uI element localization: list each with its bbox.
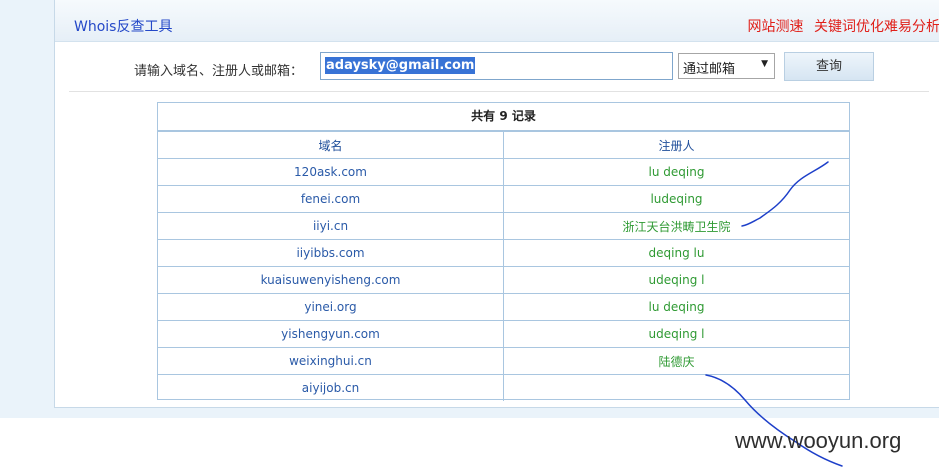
- search-input[interactable]: adaysky@gmail.com: [320, 52, 673, 80]
- domain-cell[interactable]: weixinghui.cn: [158, 347, 504, 375]
- domain-cell[interactable]: iiyibbs.com: [158, 239, 504, 267]
- table-row: 120ask.com lu deqing: [158, 158, 849, 186]
- domain-cell[interactable]: iiyi.cn: [158, 212, 504, 240]
- registrant-cell: [503, 374, 849, 401]
- registrant-cell[interactable]: lu deqing: [503, 158, 849, 186]
- domain-cell[interactable]: aiyijob.cn: [158, 374, 504, 401]
- registrant-cell[interactable]: udeqing l: [503, 266, 849, 294]
- search-label: 请输入域名、注册人或邮箱：: [134, 64, 304, 79]
- domain-cell[interactable]: yishengyun.com: [158, 320, 504, 348]
- speed-test-link[interactable]: 网站测速: [748, 19, 804, 35]
- results-grid: 域名 注册人 120ask.com lu deqing fenei.com lu…: [158, 131, 849, 401]
- registrant-cell[interactable]: lu deqing: [503, 293, 849, 321]
- divider: [69, 91, 929, 92]
- domain-cell[interactable]: kuaisuwenyisheng.com: [158, 266, 504, 294]
- table-row: yishengyun.com udeqing l: [158, 320, 849, 348]
- page-title: Whois反查工具: [74, 19, 173, 35]
- table-row: fenei.com ludeqing: [158, 185, 849, 213]
- search-input-value: adaysky@gmail.com: [325, 57, 476, 74]
- header-links: 网站测速 关键词优化难易分析: [742, 16, 939, 36]
- results-table: 共有 9 记录 域名 注册人 120ask.com lu deqing fene…: [157, 102, 850, 401]
- watermark: www.wooyun.org: [735, 428, 902, 453]
- query-button[interactable]: 查询: [784, 52, 874, 81]
- table-row: iiyibbs.com deqing lu: [158, 239, 849, 267]
- chevron-down-icon: ▼: [761, 59, 768, 69]
- domain-cell[interactable]: 120ask.com: [158, 158, 504, 186]
- search-mode-select[interactable]: 通过邮箱 ▼: [678, 53, 775, 79]
- registrant-cell[interactable]: 浙江天台洪畴卫生院: [503, 212, 849, 240]
- keyword-analysis-link[interactable]: 关键词优化难易分析: [814, 19, 939, 35]
- whois-panel: Whois反查工具 网站测速 关键词优化难易分析 请输入域名、注册人或邮箱： a…: [54, 0, 939, 408]
- table-header-row: 域名 注册人: [158, 131, 849, 159]
- table-row: yinei.org lu deqing: [158, 293, 849, 321]
- registrant-cell[interactable]: udeqing l: [503, 320, 849, 348]
- domain-cell[interactable]: fenei.com: [158, 185, 504, 213]
- column-header-registrant: 注册人: [503, 131, 849, 159]
- results-caption: 共有 9 记录: [158, 103, 849, 131]
- search-mode-value: 通过邮箱: [683, 62, 736, 77]
- registrant-cell[interactable]: deqing lu: [503, 239, 849, 267]
- registrant-cell[interactable]: 陆德庆: [503, 347, 849, 375]
- search-row: 请输入域名、注册人或邮箱： adaysky@gmail.com 通过邮箱 ▼ 查…: [55, 52, 939, 82]
- column-header-domain: 域名: [158, 131, 504, 159]
- domain-cell[interactable]: yinei.org: [158, 293, 504, 321]
- table-row: weixinghui.cn 陆德庆: [158, 347, 849, 375]
- table-row: kuaisuwenyisheng.com udeqing l: [158, 266, 849, 294]
- registrant-cell[interactable]: ludeqing: [503, 185, 849, 213]
- table-row: iiyi.cn 浙江天台洪畴卫生院: [158, 212, 849, 240]
- table-row: aiyijob.cn: [158, 374, 849, 401]
- panel-header: Whois反查工具 网站测速 关键词优化难易分析: [55, 0, 939, 42]
